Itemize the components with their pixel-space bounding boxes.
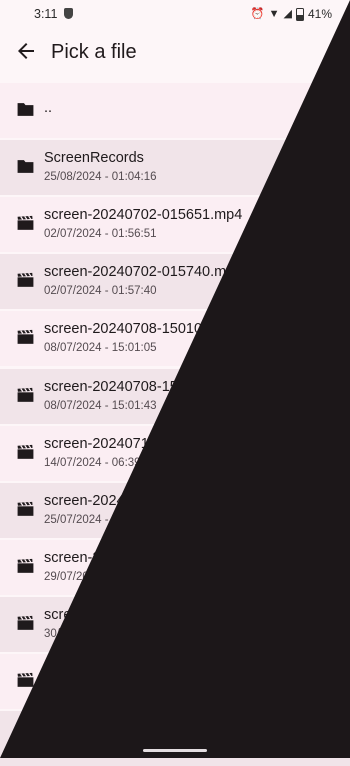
file-name: screen-20240731-183401.mp4: [44, 721, 243, 738]
file-name: ..: [44, 100, 53, 116]
video-file-icon: [16, 329, 35, 346]
video-file-icon: [16, 729, 35, 746]
video-file-icon: [16, 387, 35, 404]
file-name: ScreenRecords: [44, 150, 144, 167]
file-name: screen-20240725-024902.mp4: [44, 492, 243, 509]
file-date: 02/07/2024 - 01:57:40: [44, 285, 157, 298]
status-time: 3:11: [34, 7, 58, 21]
file-size: 66.2 MiB: [290, 456, 336, 469]
arrow-back-icon[interactable]: [14, 39, 38, 63]
file-name: screen-20240708-150104.mp4: [44, 321, 243, 338]
file-date: 29/07/2024 - 19:13:43: [44, 570, 157, 583]
file-size: 1 item: [304, 171, 336, 184]
alarm-icon: ⏰: [250, 8, 265, 20]
file-row[interactable]: screen-20240708-150104.mp4 08/07/2024 - 1…: [0, 311, 350, 367]
file-name: screen-20240702-015651.mp4: [44, 207, 243, 224]
battery-percent: 41%: [307, 7, 332, 21]
file-date: 25/07/2024 - 02:49:02: [44, 513, 157, 526]
file-size: 22.5 MiB: [290, 685, 336, 697]
folder-row[interactable]: ..: [0, 83, 350, 138]
file-row[interactable]: screen-20240702-015651.mp4 02/07/2024 - 0…: [0, 197, 350, 253]
file-name: screen-20240729-191343.mp4: [44, 549, 243, 566]
file-row[interactable]: screen-20240702-015740.mp4 02/07/2024 - 0…: [0, 254, 350, 310]
file-size: 10.0 MiB: [290, 228, 336, 241]
video-file-icon: [16, 272, 35, 289]
file-date: 02/07/2024 - 01:56:51: [44, 228, 157, 241]
file-size: 46.9 MiB: [290, 285, 336, 298]
status-bar: 3:11 ⏰ ▼ ◢ 41%: [0, 0, 350, 28]
file-size: 36.7 MiB: [290, 570, 336, 583]
file-date: 08/07/2024 - 15:01:43: [44, 399, 157, 412]
file-date: 31/07/2024 - 01:26:01: [44, 685, 157, 697]
file-date: 30/07/2024 - 20:10:15: [44, 627, 157, 640]
video-file-icon: [16, 501, 35, 518]
file-name: screen-20240731-012601.mp4: [44, 664, 243, 680]
file-picker-screen: 3:11 ⏰ ▼ ◢ 41% Pick a file .. ScreenRecor…: [0, 0, 350, 766]
file-date: 25/08/2024 - 01:04:16: [44, 171, 157, 184]
video-file-icon: [16, 672, 35, 689]
wifi-icon: ▼: [268, 8, 280, 20]
video-file-icon: [16, 615, 35, 632]
shield-icon: [64, 8, 73, 19]
signal-icon: ◢: [283, 8, 292, 20]
home-indicator[interactable]: [143, 749, 207, 752]
file-date: 14/07/2024 - 06:39:26: [44, 456, 157, 469]
file-name: screen-20240702-015740.mp4: [44, 264, 243, 281]
file-size: 15.1 MiB: [290, 627, 336, 640]
file-row[interactable]: screen-20240729-191343.mp4 29/07/2024 - 1…: [0, 539, 350, 595]
file-size: 36.6 MiB: [290, 342, 336, 355]
video-file-icon: [16, 558, 35, 575]
file-date: 08/07/2024 - 15:01:05: [44, 342, 157, 355]
file-row[interactable]: screen-20240714-063925.mp4 14/07/2024 - 0…: [0, 425, 350, 481]
file-name: screen-20240708-150143.mp4: [44, 378, 243, 395]
page-title: Pick a file: [51, 41, 137, 63]
video-file-icon: [16, 215, 35, 232]
folder-icon: [16, 101, 35, 118]
app-bar: Pick a file: [0, 28, 350, 80]
folder-row[interactable]: ScreenRecords 25/08/2024 - 01:04:16 1 item: [0, 140, 350, 196]
file-size: 32.5 MiB: [290, 399, 336, 412]
file-size: 39.1 MiB: [290, 513, 336, 526]
file-row[interactable]: screen-20240708-150143.mp4 08/07/2024 - 1…: [0, 368, 350, 424]
file-row[interactable]: screen-20240730-201015.mp4 30/07/2024 - 2…: [0, 596, 350, 652]
video-file-icon: [16, 444, 35, 461]
file-name: screen-20240714-063925.mp4: [44, 435, 243, 452]
file-row[interactable]: screen-20240725-024902.mp4 25/07/2024 - 0…: [0, 482, 350, 538]
folder-icon: [16, 158, 35, 175]
file-row[interactable]: screen-20240731-012601.mp4 31/07/2024 - 0…: [0, 654, 350, 709]
status-icons: ⏰ ▼ ◢ 41%: [251, 6, 332, 22]
file-name: screen-20240730-201015.mp4: [44, 606, 243, 623]
battery-icon: [295, 7, 304, 21]
